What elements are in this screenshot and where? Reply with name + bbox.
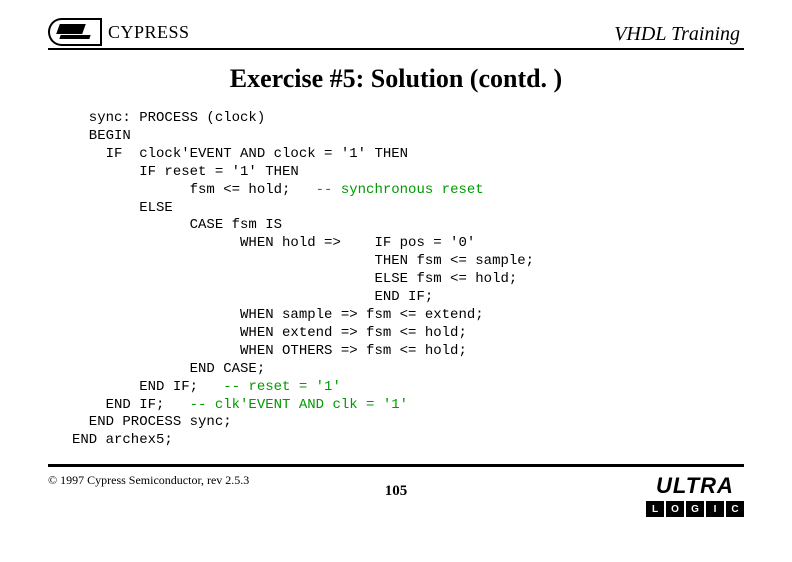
- code-line: WHEN extend => fsm <= hold;: [72, 325, 467, 341]
- cypress-logo: CYPRESS: [48, 18, 190, 46]
- slide-title: Exercise #5: Solution (contd. ): [48, 64, 744, 94]
- logic-cell: I: [706, 501, 724, 517]
- copyright: © 1997 Cypress Semiconductor, rev 2.5.3: [48, 473, 249, 488]
- code-line: END IF;: [72, 397, 190, 413]
- code-line: WHEN sample => fsm <= extend;: [72, 307, 484, 323]
- code-comment: -- synchronous reset: [316, 182, 484, 198]
- header: CYPRESS VHDL Training: [48, 18, 744, 46]
- code-line: WHEN OTHERS => fsm <= hold;: [72, 343, 467, 359]
- code-line: END IF;: [72, 379, 223, 395]
- cypress-brand-text: CYPRESS: [108, 22, 190, 43]
- code-line: CASE fsm IS: [72, 217, 282, 233]
- logic-cell: O: [666, 501, 684, 517]
- footer-rule: [48, 464, 744, 467]
- code-line: WHEN hold => IF pos = '0': [72, 235, 475, 251]
- cypress-mark-icon: [48, 18, 102, 46]
- code-line: END archex5;: [72, 432, 173, 448]
- code-line: THEN fsm <= sample;: [72, 253, 534, 269]
- code-line: IF reset = '1' THEN: [72, 164, 299, 180]
- code-line: ELSE fsm <= hold;: [72, 271, 517, 287]
- code-line: END IF;: [72, 289, 433, 305]
- code-line: sync: PROCESS (clock): [72, 110, 265, 126]
- header-title: VHDL Training: [614, 23, 744, 46]
- logic-cell: C: [726, 501, 744, 517]
- logic-cell: G: [686, 501, 704, 517]
- ultra-text: ULTRA: [656, 473, 734, 499]
- logic-cell: L: [646, 501, 664, 517]
- header-rule: [48, 48, 744, 50]
- code-line: fsm <= hold;: [72, 182, 316, 198]
- code-line: END CASE;: [72, 361, 265, 377]
- code-comment: -- clk'EVENT AND clk = '1': [190, 397, 408, 413]
- code-line: BEGIN: [72, 128, 131, 144]
- code-line: IF clock'EVENT AND clock = '1' THEN: [72, 146, 408, 162]
- code-line: ELSE: [72, 200, 173, 216]
- ultra-logic-logo: ULTRA L O G I C: [646, 473, 744, 517]
- page-number: 105: [385, 483, 408, 500]
- code-line: END PROCESS sync;: [72, 414, 232, 430]
- logic-bar: L O G I C: [646, 501, 744, 517]
- footer: © 1997 Cypress Semiconductor, rev 2.5.3 …: [48, 473, 744, 517]
- code-block: sync: PROCESS (clock) BEGIN IF clock'EVE…: [72, 110, 744, 450]
- code-comment: -- reset = '1': [223, 379, 341, 395]
